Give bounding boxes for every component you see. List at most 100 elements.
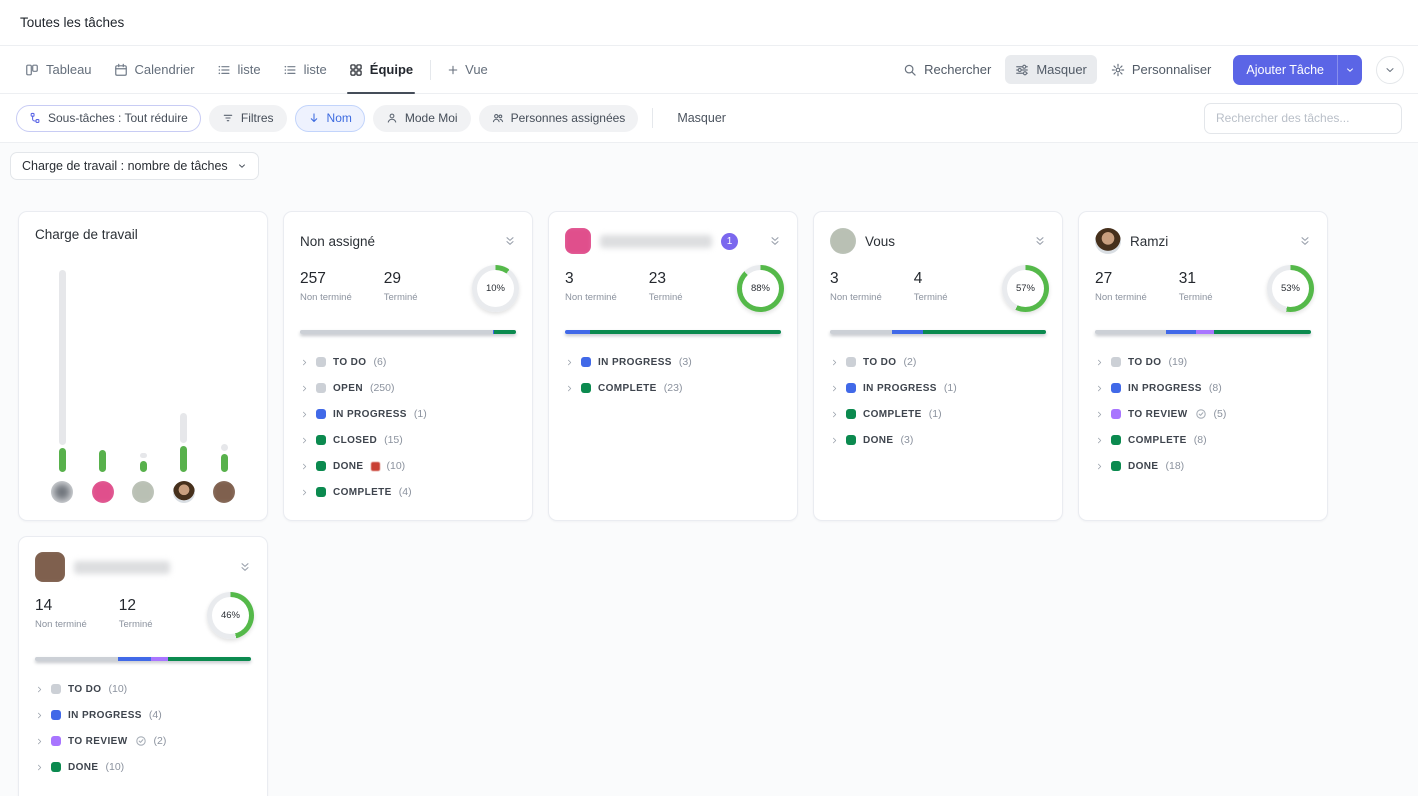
- status-row-in-progress[interactable]: IN PROGRESS(3): [565, 349, 781, 375]
- add-task-button[interactable]: Ajouter Tâche: [1233, 55, 1337, 85]
- tab-liste-2[interactable]: liste: [206, 46, 272, 93]
- status-count: (10): [106, 761, 125, 773]
- status-row-complete[interactable]: COMPLETE(4): [300, 479, 516, 505]
- avatar: [213, 481, 235, 503]
- status-row-closed[interactable]: CLOSED(15): [300, 427, 516, 453]
- stat-done: 31Terminé: [1179, 270, 1213, 316]
- collapse-header-button[interactable]: [1376, 56, 1404, 84]
- tab-equipe-4[interactable]: Équipe: [338, 46, 424, 93]
- progress-donut: 57%: [1002, 265, 1049, 312]
- status-count: (2): [903, 356, 916, 368]
- filter-pill-nom[interactable]: Nom: [295, 105, 365, 132]
- stat-label: Terminé: [914, 292, 948, 303]
- collapse-card-button[interactable]: [239, 561, 251, 573]
- chevron-right-icon: [830, 384, 839, 393]
- status-row-done[interactable]: DONE(3): [830, 427, 1046, 453]
- status-row-to-do[interactable]: TO DO(19): [1095, 349, 1311, 375]
- hide-toolbar-button[interactable]: Masquer: [1005, 55, 1097, 84]
- status-row-done[interactable]: DONE(18): [1095, 453, 1311, 479]
- progress-segment-gray: [300, 330, 493, 334]
- cards-grid: Charge de travailNon assigné257Non termi…: [18, 211, 1348, 796]
- workload-column-1[interactable]: [51, 270, 73, 503]
- status-row-done[interactable]: DONE(10): [35, 754, 251, 780]
- hide-closed-button[interactable]: Masquer: [667, 105, 736, 131]
- grid-icon: [349, 63, 363, 77]
- member-name: Ramzi: [1130, 234, 1168, 249]
- status-row-to-review[interactable]: TO REVIEW(5): [1095, 401, 1311, 427]
- board-icon: [25, 63, 39, 77]
- status-label: CLOSED: [333, 435, 377, 446]
- status-row-to-do[interactable]: TO DO(2): [830, 349, 1046, 375]
- status-list: TO DO(19)IN PROGRESS(8)TO REVIEW(5)COMPL…: [1095, 349, 1311, 479]
- card-header: Non assigné: [300, 227, 516, 255]
- chevron-right-icon: [830, 410, 839, 419]
- filter-pill-label: Mode Moi: [405, 111, 458, 125]
- status-row-to-do[interactable]: TO DO(10): [35, 676, 251, 702]
- collapse-card-button[interactable]: [504, 235, 516, 247]
- customize-button[interactable]: Personnaliser: [1101, 55, 1222, 84]
- chevron-right-icon: [35, 711, 44, 720]
- workload-column-5[interactable]: [213, 444, 235, 503]
- chevron-right-icon: [35, 737, 44, 746]
- check-circle-icon: [1195, 408, 1207, 420]
- add-task-caret-button[interactable]: [1337, 55, 1362, 85]
- member-name-blurred: [74, 561, 170, 574]
- progress-segment-green: [168, 657, 251, 661]
- status-row-in-progress[interactable]: IN PROGRESS(1): [300, 401, 516, 427]
- progress-donut: 10%: [472, 265, 519, 312]
- stat-value: 23: [649, 270, 683, 288]
- workload-column-3[interactable]: [132, 453, 154, 503]
- status-label: COMPLETE: [1128, 435, 1187, 446]
- add-view-button[interactable]: Vue: [437, 62, 498, 77]
- status-row-complete[interactable]: COMPLETE(1): [830, 401, 1046, 427]
- workload-column-2[interactable]: [92, 450, 114, 503]
- status-color-swatch: [581, 357, 591, 367]
- progress-segment-green: [1214, 330, 1311, 334]
- workload-card-non-assigne: Non assigné257Non terminé29Terminé10%TO …: [283, 211, 533, 521]
- workload-column-4[interactable]: [173, 413, 195, 503]
- status-row-complete[interactable]: COMPLETE(8): [1095, 427, 1311, 453]
- tab-tableau-0[interactable]: Tableau: [14, 46, 103, 93]
- task-search-input[interactable]: [1204, 103, 1402, 134]
- status-row-to-do[interactable]: TO DO(6): [300, 349, 516, 375]
- workload-mode-select[interactable]: Charge de travail : nombre de tâches: [10, 152, 259, 180]
- tasks-bar: [180, 446, 187, 472]
- status-row-in-progress[interactable]: IN PROGRESS(4): [35, 702, 251, 728]
- hide-label: Masquer: [1036, 62, 1087, 77]
- sliders-icon: [1015, 63, 1029, 77]
- avatar-image: [830, 228, 856, 254]
- filter-pill-mode-moi[interactable]: Mode Moi: [373, 105, 471, 132]
- member-name: Vous: [865, 234, 895, 249]
- collapse-card-button[interactable]: [1034, 235, 1046, 247]
- card-header: [35, 552, 251, 582]
- status-label: TO DO: [68, 684, 101, 695]
- filter-pill-personnes-assignees[interactable]: Personnes assignées: [479, 105, 639, 132]
- search-button[interactable]: Rechercher: [893, 55, 1001, 84]
- plus-icon: [447, 64, 459, 76]
- tab-liste-3[interactable]: liste: [272, 46, 338, 93]
- status-count: (4): [149, 709, 162, 721]
- status-row-to-review[interactable]: TO REVIEW(2): [35, 728, 251, 754]
- chevron-right-icon: [1095, 358, 1104, 367]
- progress-bar: [830, 330, 1046, 334]
- status-color-swatch: [1111, 435, 1121, 445]
- status-color-swatch: [846, 383, 856, 393]
- status-row-in-progress[interactable]: IN PROGRESS(1): [830, 375, 1046, 401]
- double-chevron-down-icon: [769, 235, 781, 247]
- status-color-swatch: [581, 383, 591, 393]
- filter-pill-filtres[interactable]: Filtres: [209, 105, 287, 132]
- stat-done: 29Terminé: [384, 270, 418, 316]
- collapse-card-button[interactable]: [1299, 235, 1311, 247]
- avatar-image: [92, 481, 114, 503]
- filter-pill-sous-taches-tout-reduire[interactable]: Sous-tâches : Tout réduire: [16, 105, 201, 132]
- tab-label: liste: [238, 62, 261, 77]
- tasks-bar: [99, 450, 106, 472]
- status-row-complete[interactable]: COMPLETE(23): [565, 375, 781, 401]
- collapse-card-button[interactable]: [769, 235, 781, 247]
- status-row-done[interactable]: DONE(10): [300, 453, 516, 479]
- status-count: (6): [373, 356, 386, 368]
- status-row-in-progress[interactable]: IN PROGRESS(8): [1095, 375, 1311, 401]
- tab-calendrier-1[interactable]: Calendrier: [103, 46, 206, 93]
- status-row-open[interactable]: OPEN(250): [300, 375, 516, 401]
- filter-pill-label: Filtres: [241, 111, 274, 125]
